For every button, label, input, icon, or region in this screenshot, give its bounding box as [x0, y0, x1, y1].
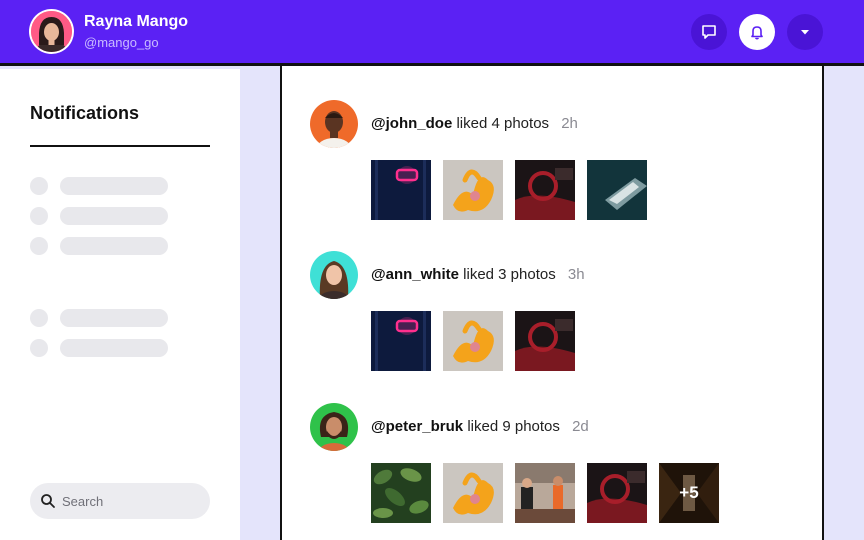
avatar[interactable] — [310, 251, 358, 299]
photo-thumbnail[interactable] — [587, 463, 647, 523]
notifications-button[interactable] — [739, 14, 775, 50]
photo-thumbnail[interactable] — [443, 311, 503, 371]
timestamp: 3h — [567, 266, 585, 283]
sidebar: Notifications — [0, 69, 240, 540]
notification-text: @peter_bruk liked 9 photos 2d — [371, 418, 589, 435]
chevron-down-icon — [801, 30, 809, 35]
timestamp: 2h — [561, 115, 578, 132]
messages-button[interactable] — [691, 14, 727, 50]
chat-icon — [702, 25, 716, 39]
user-handle: @mango_go — [84, 35, 159, 50]
user-name: Rayna Mango — [84, 13, 189, 30]
notification-text: @john_doe liked 4 photos 2h — [371, 115, 578, 132]
notification-feed: @john_doe liked 4 photos 2h @ann_white l… — [280, 66, 824, 540]
skeleton-item — [30, 309, 170, 327]
photo-thumbnail[interactable] — [587, 160, 647, 220]
search-box[interactable] — [30, 483, 210, 519]
search-input[interactable] — [62, 483, 202, 519]
photo-thumbnail[interactable] — [443, 463, 503, 523]
skeleton-item — [30, 177, 170, 195]
notification-action: liked 9 photos — [467, 418, 560, 435]
skeleton-item — [30, 339, 170, 357]
username-link[interactable]: @john_doe — [371, 115, 452, 132]
bell-icon — [751, 26, 763, 40]
photo-thumbnail[interactable] — [515, 463, 575, 523]
top-header: Rayna Mango @mango_go — [0, 0, 864, 66]
photo-thumbnail[interactable] — [371, 311, 431, 371]
photo-thumbnail[interactable] — [443, 160, 503, 220]
photo-thumbnail[interactable] — [515, 311, 575, 371]
notification-action: liked 3 photos — [463, 266, 556, 283]
username-link[interactable]: @ann_white — [371, 266, 459, 283]
photo-thumbnail[interactable] — [371, 160, 431, 220]
more-photos-count: +5 — [659, 463, 719, 523]
menu-dropdown-button[interactable] — [787, 14, 823, 50]
more-photos-thumbnail[interactable]: +5 — [659, 463, 719, 523]
notification-text: @ann_white liked 3 photos 3h — [371, 266, 585, 283]
notification-action: liked 4 photos — [456, 115, 550, 132]
sidebar-title: Notifications — [30, 103, 140, 123]
sidebar-divider — [30, 145, 210, 147]
skeleton-item — [30, 237, 170, 255]
skeleton-item — [30, 207, 170, 225]
photo-thumbnail[interactable] — [371, 463, 431, 523]
username-link[interactable]: @peter_bruk — [371, 418, 463, 435]
photo-thumbnail[interactable] — [515, 160, 575, 220]
search-icon — [41, 494, 55, 508]
avatar[interactable] — [310, 100, 358, 148]
avatar[interactable] — [310, 403, 358, 451]
timestamp: 2d — [572, 418, 589, 435]
user-avatar[interactable] — [29, 9, 74, 54]
